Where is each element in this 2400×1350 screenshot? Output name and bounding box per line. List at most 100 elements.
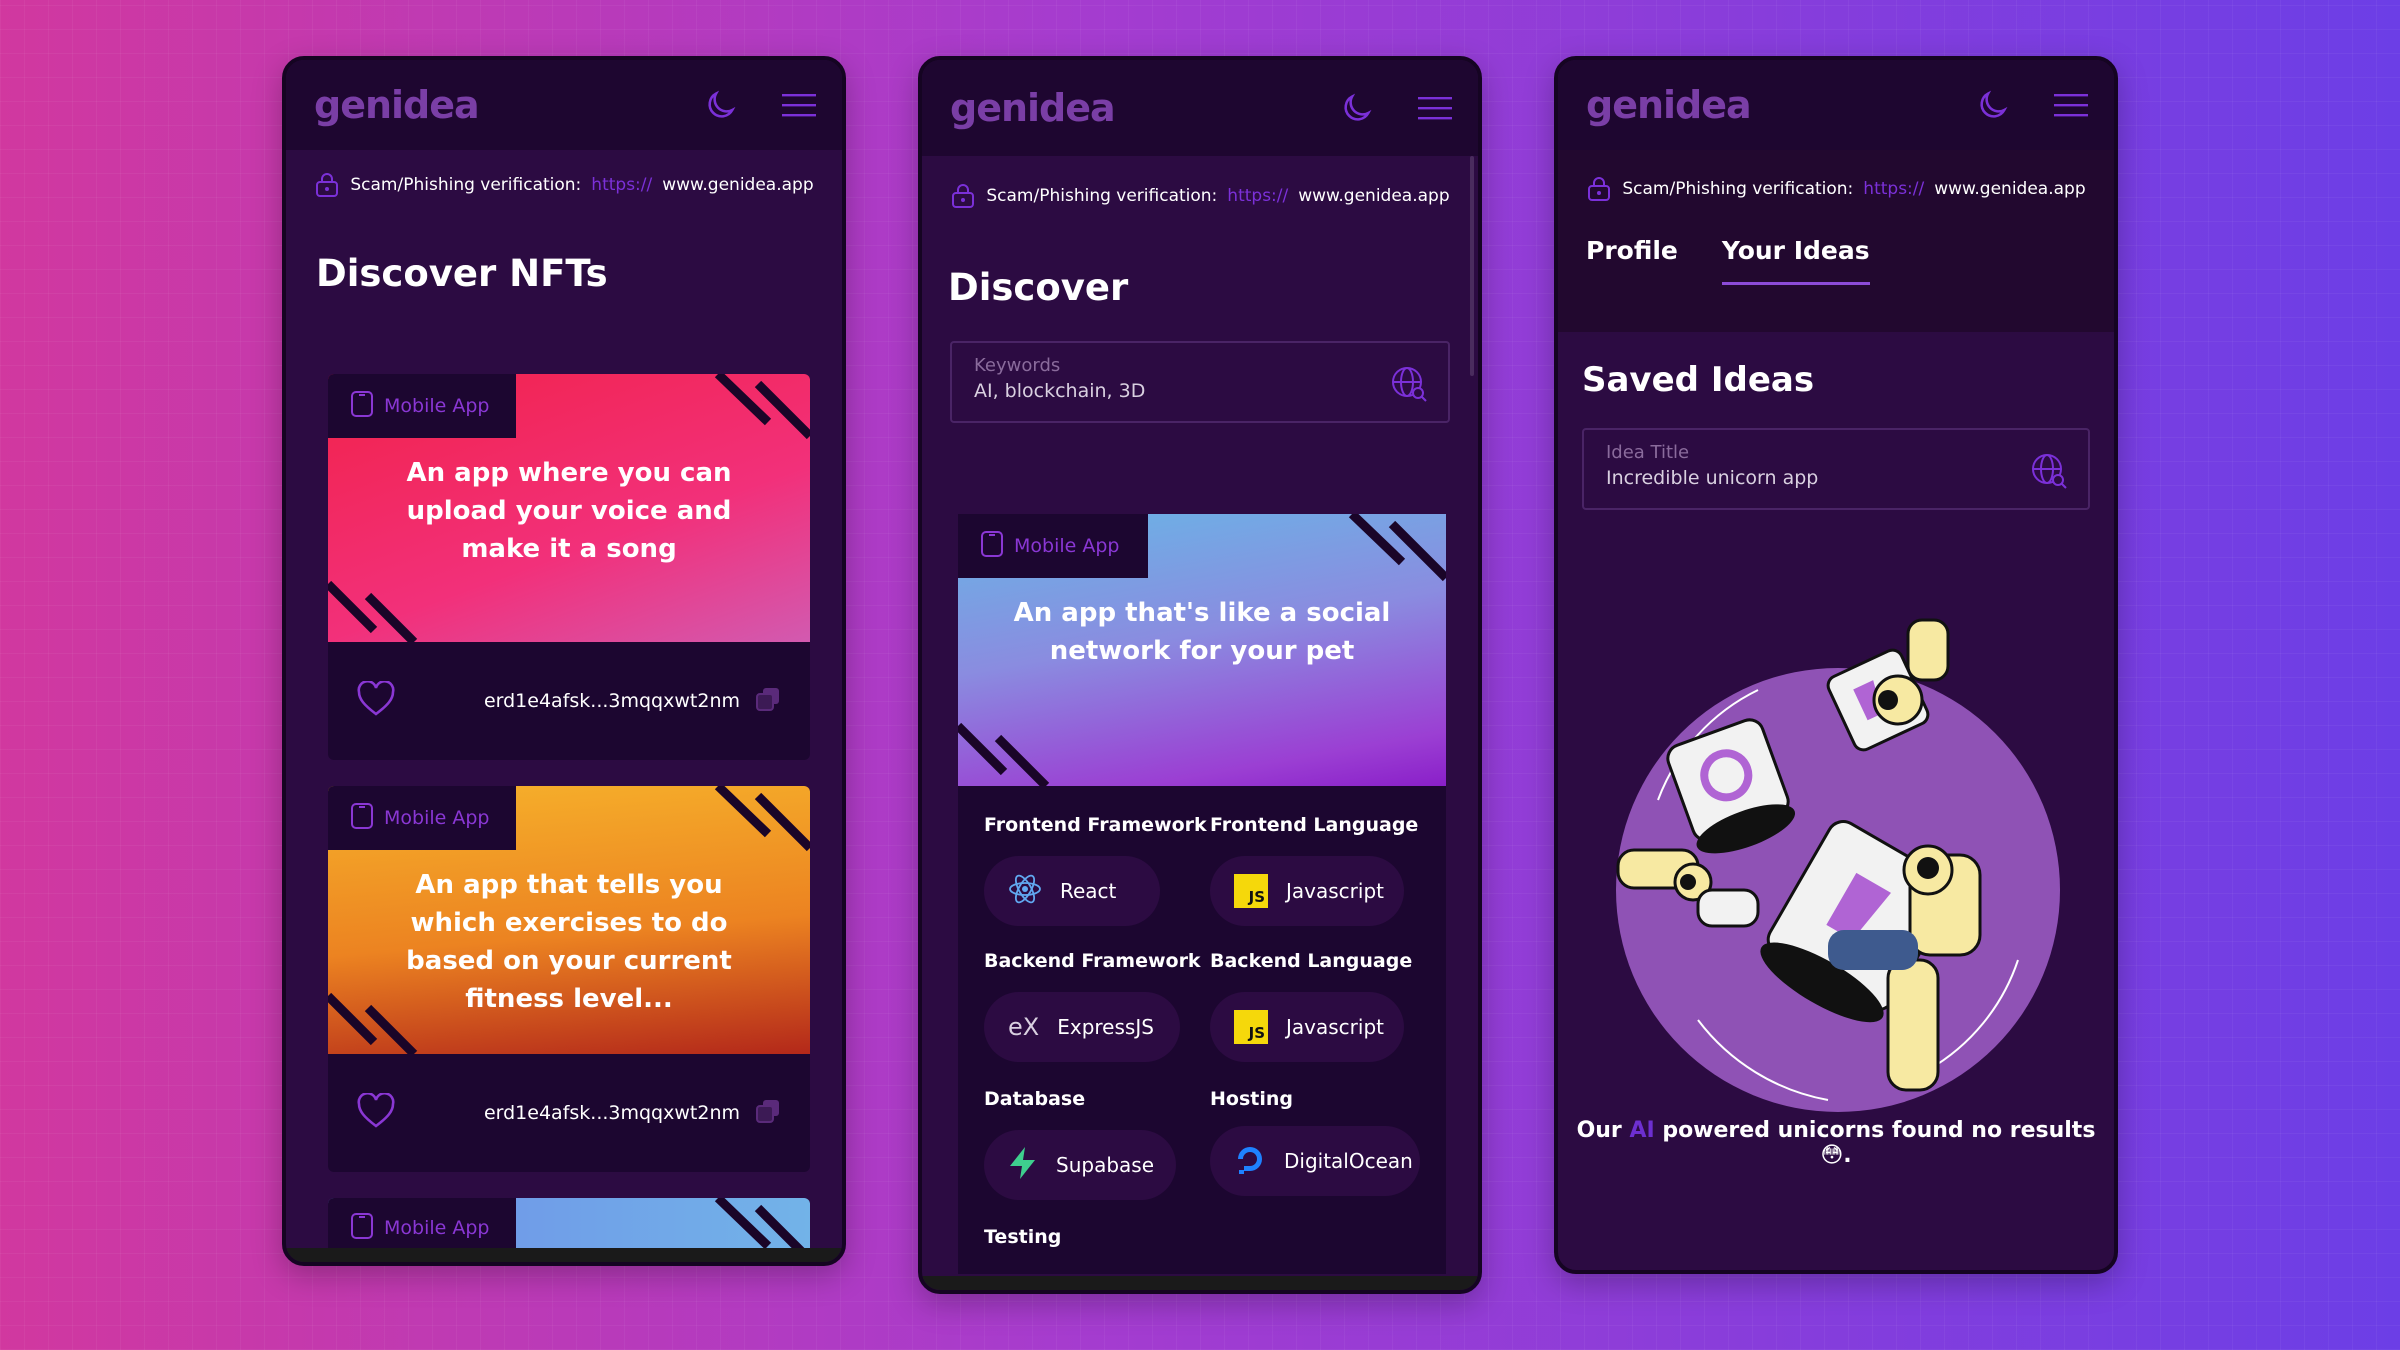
phone-discover: genidea Scam/Phishing verification: http… <box>918 56 1482 1294</box>
nft-card-title: An app where you can upload your voice a… <box>406 458 732 564</box>
logo[interactable]: genidea <box>1586 83 1752 127</box>
testing-label: Testing <box>984 1226 1062 1248</box>
expressjs-label: ExpressJS <box>1057 1015 1154 1039</box>
scrollbar[interactable] <box>1470 156 1474 376</box>
javascript-pill[interactable]: JS Javascript <box>1210 856 1404 926</box>
category-tag-label: Mobile App <box>384 807 490 829</box>
menu-icon[interactable] <box>782 92 816 118</box>
wallet-address: erd1e4afsk...3mqqxwt2nm <box>483 1102 740 1124</box>
nft-card-footer: erd1e4afsk...3mqqxwt2nm <box>328 1054 810 1172</box>
verification-domain: www.genidea.app <box>662 175 814 195</box>
top-bar: genidea <box>286 60 842 150</box>
globe-search-icon[interactable] <box>2030 452 2068 494</box>
react-icon <box>1008 872 1042 911</box>
idea-card-title: An app that's like a social network for … <box>1013 598 1391 666</box>
verification-label: Scam/Phishing verification: <box>350 175 582 195</box>
moon-icon[interactable] <box>704 88 738 122</box>
express-icon: eX <box>1008 1013 1040 1041</box>
search-label: Keywords <box>974 355 1061 376</box>
supabase-label: Supabase <box>1056 1153 1154 1177</box>
phone-discover-nfts: genidea Scam/Phishing verification: http… <box>282 56 846 1266</box>
expressjs-pill[interactable]: eX ExpressJS <box>984 992 1180 1062</box>
verification-label: Scam/Phishing verification: <box>1622 179 1854 199</box>
verification-bar: Scam/Phishing verification: https:// www… <box>1558 150 2114 228</box>
heart-icon[interactable] <box>356 1091 396 1133</box>
heart-icon[interactable] <box>356 679 396 721</box>
verification-bar: Scam/Phishing verification: https:// www… <box>286 150 842 220</box>
phone-icon <box>350 390 374 423</box>
react-pill[interactable]: React <box>984 856 1160 926</box>
nft-card-footer: erd1e4afsk...3mqqxwt2nm <box>328 642 810 760</box>
menu-icon[interactable] <box>2054 92 2088 118</box>
category-tag: Mobile App <box>328 374 516 438</box>
tab-profile[interactable]: Profile <box>1586 236 1678 269</box>
supabase-icon <box>1008 1146 1038 1185</box>
verification-protocol: https:// <box>1863 179 1925 199</box>
phone-profile: genidea Scam/Phishing verification: http… <box>1554 56 2118 1274</box>
verification-protocol: https:// <box>591 175 653 195</box>
category-tag-label: Mobile App <box>384 395 490 417</box>
saved-ideas-title: Saved Ideas <box>1582 360 1815 400</box>
digitalocean-icon <box>1234 1143 1266 1180</box>
astronaut-illustration <box>1616 618 2060 1112</box>
tab-your-ideas[interactable]: Your Ideas <box>1721 236 1870 285</box>
phone-icon <box>350 802 374 835</box>
logo[interactable]: genidea <box>950 86 1116 130</box>
profile-tabs: Profile Your Ideas <box>1558 228 2114 332</box>
top-bar: genidea <box>1558 60 2114 150</box>
copy-icon[interactable] <box>754 1097 782 1130</box>
phone-icon <box>980 530 1004 563</box>
globe-search-icon[interactable] <box>1390 365 1428 407</box>
nft-card-title: An app that tells you which exercises to… <box>406 870 732 1014</box>
menu-icon[interactable] <box>1418 95 1452 121</box>
nft-card-image: Mobile App An app that tells you which e… <box>328 786 810 1054</box>
bottom-strip <box>922 1276 1478 1290</box>
frontend-framework-label: Frontend Framework <box>984 814 1207 836</box>
supabase-pill[interactable]: Supabase <box>984 1130 1176 1200</box>
backend-framework-label: Backend Framework <box>984 950 1201 972</box>
javascript-label: Javascript <box>1286 879 1384 903</box>
wallet-address: erd1e4afsk...3mqqxwt2nm <box>483 690 740 712</box>
category-tag: Mobile App <box>958 514 1148 578</box>
copy-icon[interactable] <box>754 685 782 718</box>
phone-icon <box>350 1212 374 1245</box>
lock-icon <box>1586 176 1612 202</box>
database-label: Database <box>984 1088 1086 1110</box>
nft-card[interactable]: Mobile App An app that tells you which e… <box>328 786 810 1172</box>
javascript-icon: JS <box>1234 874 1268 908</box>
category-tag: Mobile App <box>328 786 516 850</box>
page-title: Discover NFTs <box>316 252 608 295</box>
category-tag-label: Mobile App <box>384 1217 490 1239</box>
top-bar: genidea <box>922 60 1478 156</box>
page-title: Discover <box>948 266 1129 309</box>
idea-title-label: Idea Title <box>1606 442 1690 463</box>
message-prefix: Our <box>1576 1118 1630 1143</box>
javascript-label: Javascript <box>1286 1015 1384 1039</box>
idea-card[interactable]: Mobile App An app that's like a social n… <box>958 514 1446 1274</box>
search-value[interactable]: AI, blockchain, 3D <box>974 380 1426 402</box>
moon-icon[interactable] <box>1976 88 2010 122</box>
idea-title-value[interactable]: Incredible unicorn app <box>1606 467 2066 489</box>
verification-domain: www.genidea.app <box>1934 179 2086 199</box>
verification-protocol: https:// <box>1227 186 1289 206</box>
lock-icon <box>950 183 976 209</box>
nft-card-image: Mobile App An app where you can upload y… <box>328 374 810 642</box>
logo[interactable]: genidea <box>314 83 480 127</box>
no-results-message: Our AI powered unicorns found no results… <box>1558 1118 2114 1168</box>
moon-icon[interactable] <box>1340 91 1374 125</box>
verification-label: Scam/Phishing verification: <box>986 186 1218 206</box>
javascript-pill[interactable]: JS Javascript <box>1210 992 1404 1062</box>
category-tag-label: Mobile App <box>1014 535 1120 557</box>
backend-language-label: Backend Language <box>1210 950 1413 972</box>
message-ai-highlight: AI <box>1629 1118 1655 1143</box>
lock-icon <box>314 172 340 198</box>
javascript-icon: JS <box>1234 1010 1268 1044</box>
message-end: . <box>1843 1143 1852 1168</box>
digitalocean-label: DigitalOcean <box>1284 1149 1413 1173</box>
message-suffix: powered unicorns found no results <box>1654 1118 2096 1143</box>
nft-card[interactable]: Mobile App An app where you can upload y… <box>328 374 810 760</box>
digitalocean-pill[interactable]: DigitalOcean <box>1210 1126 1420 1196</box>
idea-title-field[interactable]: Idea Title Incredible unicorn app <box>1582 428 2090 510</box>
keywords-search-field[interactable]: Keywords AI, blockchain, 3D <box>950 341 1450 423</box>
react-label: React <box>1060 879 1117 903</box>
